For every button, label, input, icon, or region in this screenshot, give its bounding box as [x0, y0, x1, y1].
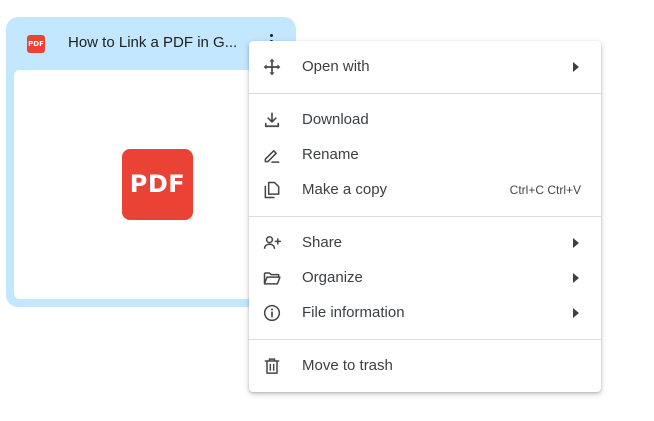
menu-divider — [249, 339, 601, 340]
menu-item-organize[interactable]: Organize — [249, 261, 601, 295]
context-menu: Open with Download Rename Make a copy Ct… — [249, 41, 601, 392]
menu-item-rename[interactable]: Rename — [249, 138, 601, 172]
open-with-icon — [263, 58, 281, 76]
menu-item-share[interactable]: Share — [249, 226, 601, 260]
menu-item-label: Open with — [302, 58, 370, 75]
download-icon — [264, 112, 280, 128]
file-preview[interactable]: PDF — [14, 70, 288, 299]
menu-item-label: Make a copy — [302, 181, 388, 198]
info-icon — [263, 304, 281, 322]
folder-icon — [263, 272, 281, 285]
rename-icon — [264, 150, 280, 163]
menu-item-label: Download — [302, 111, 369, 128]
menu-divider — [249, 216, 601, 217]
submenu-arrow-icon — [573, 273, 579, 283]
menu-item-open-with[interactable]: Open with — [249, 50, 601, 84]
submenu-arrow-icon — [573, 308, 579, 318]
menu-item-make-a-copy[interactable]: Make a copy Ctrl+C Ctrl+V — [249, 173, 601, 207]
menu-item-label: Organize — [302, 269, 363, 286]
keyboard-shortcut: Ctrl+C Ctrl+V — [509, 183, 581, 197]
share-icon — [263, 236, 282, 249]
pdf-preview-icon: PDF — [122, 149, 193, 220]
trash-icon — [264, 358, 280, 374]
menu-item-label: Share — [302, 234, 343, 251]
pdf-file-icon: PDF — [27, 35, 45, 53]
submenu-arrow-icon — [573, 62, 579, 72]
drive-view: PDF How to Link a PDF in G... PDF Open w… — [0, 0, 654, 421]
menu-item-move-to-trash[interactable]: Move to trash — [249, 349, 601, 383]
menu-item-label: Rename — [302, 146, 359, 163]
submenu-arrow-icon — [573, 238, 579, 248]
menu-item-label: File information — [302, 304, 405, 321]
file-title[interactable]: How to Link a PDF in G... — [68, 34, 237, 51]
menu-divider — [249, 93, 601, 94]
copy-icon — [264, 181, 280, 199]
menu-item-label: Move to trash — [302, 357, 393, 374]
menu-item-download[interactable]: Download — [249, 103, 601, 137]
menu-item-file-information[interactable]: File information — [249, 296, 601, 330]
